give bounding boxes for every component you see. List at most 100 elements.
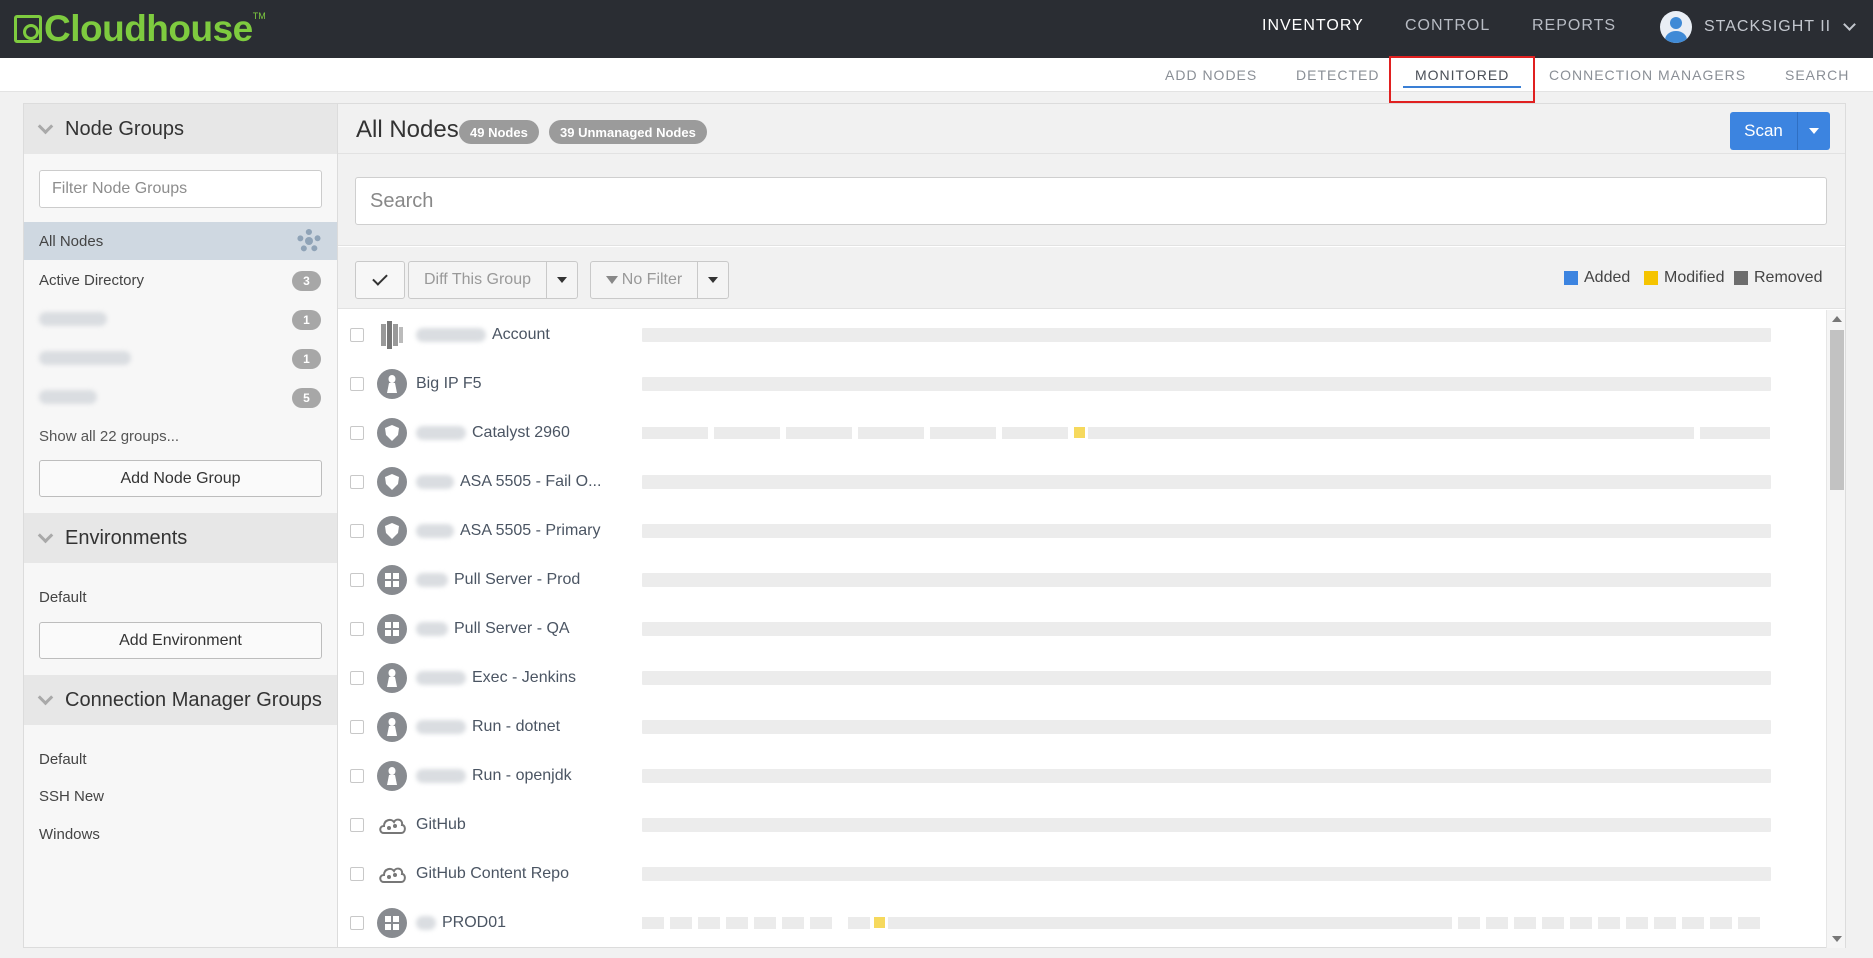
row-checkbox[interactable] (350, 425, 364, 440)
search-input[interactable] (355, 177, 1827, 225)
filter-dropdown-toggle[interactable] (697, 261, 729, 299)
filter-node-groups-input[interactable] (39, 170, 322, 208)
row-checkbox[interactable] (350, 621, 364, 636)
subnav-detected[interactable]: DETECTED (1296, 58, 1379, 92)
row-checkbox[interactable] (350, 866, 364, 881)
table-row[interactable]: PROD01 (338, 898, 1826, 947)
node-timeline-bar (642, 523, 1771, 538)
gear-icon[interactable] (297, 229, 321, 253)
added-swatch (1564, 271, 1578, 285)
node-name-text: GitHub (416, 815, 466, 833)
nav-control[interactable]: CONTROL (1405, 0, 1490, 52)
environment-default[interactable]: Default (39, 589, 87, 606)
group-redacted-1[interactable]: 1 (24, 300, 337, 338)
row-checkbox[interactable] (350, 817, 364, 832)
filter-button[interactable]: No Filter (590, 261, 698, 299)
diff-this-group-button[interactable]: Diff This Group (408, 261, 547, 299)
diff-dropdown-toggle[interactable] (546, 261, 578, 299)
row-checkbox[interactable] (350, 376, 364, 391)
cloudhouse-logo[interactable]: Cloudhouse TM (14, 8, 266, 49)
row-checkbox[interactable] (350, 719, 364, 734)
node-timeline-bar (642, 572, 1771, 587)
connection-manager-groups-header[interactable]: Connection Manager Groups (24, 675, 337, 725)
scan-button[interactable]: Scan (1730, 112, 1798, 150)
scrollbar-thumb[interactable] (1830, 330, 1844, 490)
node-timeline-bar (642, 670, 1771, 685)
sidebar: Node Groups All Nodes Active Directory 3… (23, 103, 338, 948)
node-name-text: Catalyst 2960 (472, 423, 570, 441)
table-row[interactable]: Pull Server - Prod (338, 555, 1826, 604)
scroll-down-icon[interactable] (1832, 936, 1842, 942)
row-checkbox[interactable] (350, 915, 364, 930)
node-name[interactable]: ASA 5505 - Primary (416, 522, 601, 540)
redacted-text (39, 312, 107, 326)
timeline-segment (1700, 426, 1770, 439)
redacted-text (416, 474, 454, 489)
timeline-segment (810, 916, 832, 929)
node-name-text: Account (492, 325, 550, 343)
legend-added-label: Added (1584, 269, 1631, 286)
row-checkbox[interactable] (350, 768, 364, 783)
group-count-badge: 1 (292, 310, 321, 330)
group-active-directory[interactable]: Active Directory 3 (24, 261, 337, 299)
table-row[interactable]: ASA 5505 - Fail O... (338, 457, 1826, 506)
node-name[interactable]: Run - openjdk (416, 767, 572, 785)
node-name[interactable]: ASA 5505 - Fail O... (416, 473, 601, 491)
user-menu[interactable]: STACKSIGHT II (1660, 10, 1856, 44)
modified-marker[interactable] (1074, 426, 1085, 438)
group-redacted-3[interactable]: 5 (24, 378, 337, 416)
table-row[interactable]: Catalyst 2960 (338, 408, 1826, 457)
node-name[interactable]: Pull Server - Prod (416, 571, 580, 589)
table-row[interactable]: Account (338, 310, 1826, 359)
node-name[interactable]: PROD01 (416, 914, 506, 932)
legend-modified: Modified (1644, 269, 1724, 287)
nav-inventory[interactable]: INVENTORY (1262, 0, 1364, 52)
scroll-up-icon[interactable] (1832, 316, 1842, 322)
group-redacted-2[interactable]: 1 (24, 339, 337, 377)
row-checkbox[interactable] (350, 670, 364, 685)
table-row[interactable]: Exec - Jenkins (338, 653, 1826, 702)
modified-marker[interactable] (874, 916, 885, 928)
windows-icon (377, 907, 407, 938)
table-row[interactable]: Pull Server - QA (338, 604, 1826, 653)
node-name[interactable]: Pull Server - QA (416, 620, 570, 638)
cm-group-ssh-new[interactable]: SSH New (39, 788, 104, 805)
subnav-add-nodes[interactable]: ADD NODES (1165, 58, 1257, 92)
row-checkbox[interactable] (350, 523, 364, 538)
table-row[interactable]: ASA 5505 - Primary (338, 506, 1826, 555)
table-row[interactable]: GitHub Content Repo (338, 849, 1826, 898)
timeline-segment (714, 426, 780, 439)
select-all-button[interactable] (355, 261, 405, 299)
nav-reports[interactable]: REPORTS (1532, 0, 1616, 52)
node-name[interactable]: Run - dotnet (416, 718, 560, 736)
list-scrollbar[interactable] (1826, 310, 1845, 948)
table-row[interactable]: GitHub (338, 800, 1826, 849)
row-checkbox[interactable] (350, 572, 364, 587)
node-name[interactable]: Big IP F5 (416, 375, 482, 393)
subnav-connection-managers[interactable]: CONNECTION MANAGERS (1549, 58, 1746, 92)
node-timeline-bar (642, 426, 1771, 440)
node-name[interactable]: GitHub (416, 816, 466, 834)
timeline-segment (1088, 426, 1694, 439)
table-row[interactable]: Run - dotnet (338, 702, 1826, 751)
node-name-text: Pull Server - QA (454, 619, 570, 637)
add-node-group-button[interactable]: Add Node Group (39, 460, 322, 497)
add-environment-button[interactable]: Add Environment (39, 622, 322, 659)
show-all-groups-link[interactable]: Show all 22 groups... (39, 428, 179, 445)
node-name[interactable]: Catalyst 2960 (416, 424, 570, 442)
cm-group-default[interactable]: Default (39, 751, 87, 768)
row-checkbox[interactable] (350, 474, 364, 489)
node-name[interactable]: Exec - Jenkins (416, 669, 576, 687)
node-groups-header[interactable]: Node Groups (24, 104, 337, 154)
cm-group-windows[interactable]: Windows (39, 826, 100, 843)
group-all-nodes[interactable]: All Nodes (24, 222, 337, 260)
node-name[interactable]: GitHub Content Repo (416, 865, 569, 883)
scan-dropdown-toggle[interactable] (1798, 112, 1830, 150)
environments-header[interactable]: Environments (24, 513, 337, 563)
node-name-text: Run - dotnet (472, 717, 561, 735)
subnav-search[interactable]: SEARCH (1785, 58, 1849, 92)
table-row[interactable]: Big IP F5 (338, 359, 1826, 408)
node-name[interactable]: Account (416, 326, 550, 344)
table-row[interactable]: Run - openjdk (338, 751, 1826, 800)
row-checkbox[interactable] (350, 327, 364, 342)
